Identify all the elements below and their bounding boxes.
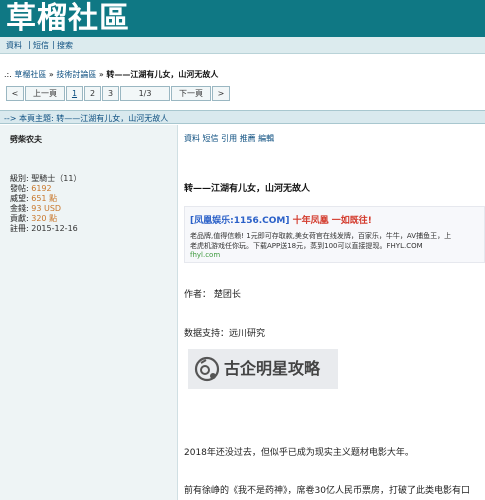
stat-contribution: 貢獻: 320 點: [10, 214, 58, 223]
watermark-text: 古企明星攻略: [224, 359, 321, 378]
pager-next-button[interactable]: 下一頁: [171, 86, 211, 101]
breadcrumb-home[interactable]: 草榴社區: [14, 70, 46, 79]
pagination: < 上一頁 1 2 3 1/3 下一頁 >: [6, 86, 231, 101]
stat-money: 金錢: 93 USD: [10, 204, 62, 213]
ad-banner[interactable]: [凤凰娱乐:1156.COM] 十年凤凰 一如既往! 老品牌,值得信赖! 1元即…: [184, 206, 485, 263]
pager-counter: 1/3: [120, 86, 170, 101]
watermark-icon: [194, 356, 220, 382]
pager-prev-arrow[interactable]: <: [6, 86, 24, 101]
pager-page-3[interactable]: 3: [102, 86, 119, 101]
nav-profile-link[interactable]: 資料: [6, 40, 22, 51]
site-logo[interactable]: 草榴社區: [6, 0, 130, 37]
stat-registered: 註冊: 2015-12-16: [10, 224, 78, 233]
stat-posts: 發帖: 6192: [10, 184, 52, 193]
author-name[interactable]: 劈柴农夫: [10, 134, 42, 145]
topic-title: --> 本頁主題: 转——江湖有儿女，山河无故人: [4, 114, 169, 123]
breadcrumb-current: 转——江湖有儿女，山河无故人: [106, 70, 219, 79]
top-nav: 資料 | 短信 | 搜索: [0, 37, 485, 54]
pager-page-2[interactable]: 2: [84, 86, 101, 101]
stat-level: 級別: 聖騎士（11）: [10, 174, 82, 183]
topic-bar: --> 本頁主題: 转——江湖有儿女，山河无故人: [0, 110, 485, 124]
site-header: 草榴社區: [0, 0, 485, 37]
breadcrumb-separator: »: [98, 70, 104, 79]
stat-prestige: 威望: 651 點: [10, 194, 58, 203]
pager-prev-button[interactable]: 上一頁: [25, 86, 65, 101]
support-line: 数据支持：远川研究: [184, 329, 266, 339]
ad-title[interactable]: [凤凰娱乐:1156.COM] 十年凤凰 一如既往!: [190, 213, 372, 226]
breadcrumb-forum[interactable]: 技術討論區: [56, 70, 96, 79]
body-paragraph-1: 2018年还没过去，但似乎已成为现实主义题材电影大年。: [184, 448, 414, 458]
nav-separator: |: [28, 40, 31, 49]
author-stats: 級別: 聖騎士（11） 發帖: 6192 威望: 651 點 金錢: 93 US…: [10, 174, 81, 234]
author-sidebar: 劈柴农夫 級別: 聖騎士（11） 發帖: 6192 威望: 651 點 金錢: …: [0, 125, 178, 500]
ad-description: 老品牌,值得信赖! 1元即可存取款,美女荷官在线发牌，百家乐，牛牛，AV捕鱼王，…: [190, 232, 452, 250]
body-paragraph-2: 前有徐峥的《我不是药神》，席卷30亿人民币票房，打破了此类电影有口: [184, 486, 470, 496]
ad-domain[interactable]: fhyl.com: [190, 251, 220, 259]
pager-next-arrow[interactable]: >: [212, 86, 230, 101]
nav-search-link[interactable]: 搜索: [57, 40, 73, 51]
breadcrumb-separator: »: [48, 70, 54, 79]
post-actions[interactable]: 資料 短信 引用 推薦 編輯: [184, 133, 274, 144]
post-title: 转——江湖有儿女，山河无故人: [184, 184, 311, 194]
nav-separator: |: [52, 40, 55, 49]
author-line: 作者： 楚团长: [184, 290, 241, 300]
breadcrumb-prefix: .:.: [4, 70, 12, 79]
watermark-logo: 古企明星攻略: [188, 349, 338, 389]
pager-page-1[interactable]: 1: [66, 86, 83, 101]
nav-messages-link[interactable]: 短信: [33, 40, 49, 51]
post-content: 資料 短信 引用 推薦 編輯 转——江湖有儿女，山河无故人 [凤凰娱乐:1156…: [180, 125, 485, 500]
breadcrumb: .:. 草榴社區 » 技術討論區 » 转——江湖有儿女，山河无故人: [4, 69, 218, 80]
